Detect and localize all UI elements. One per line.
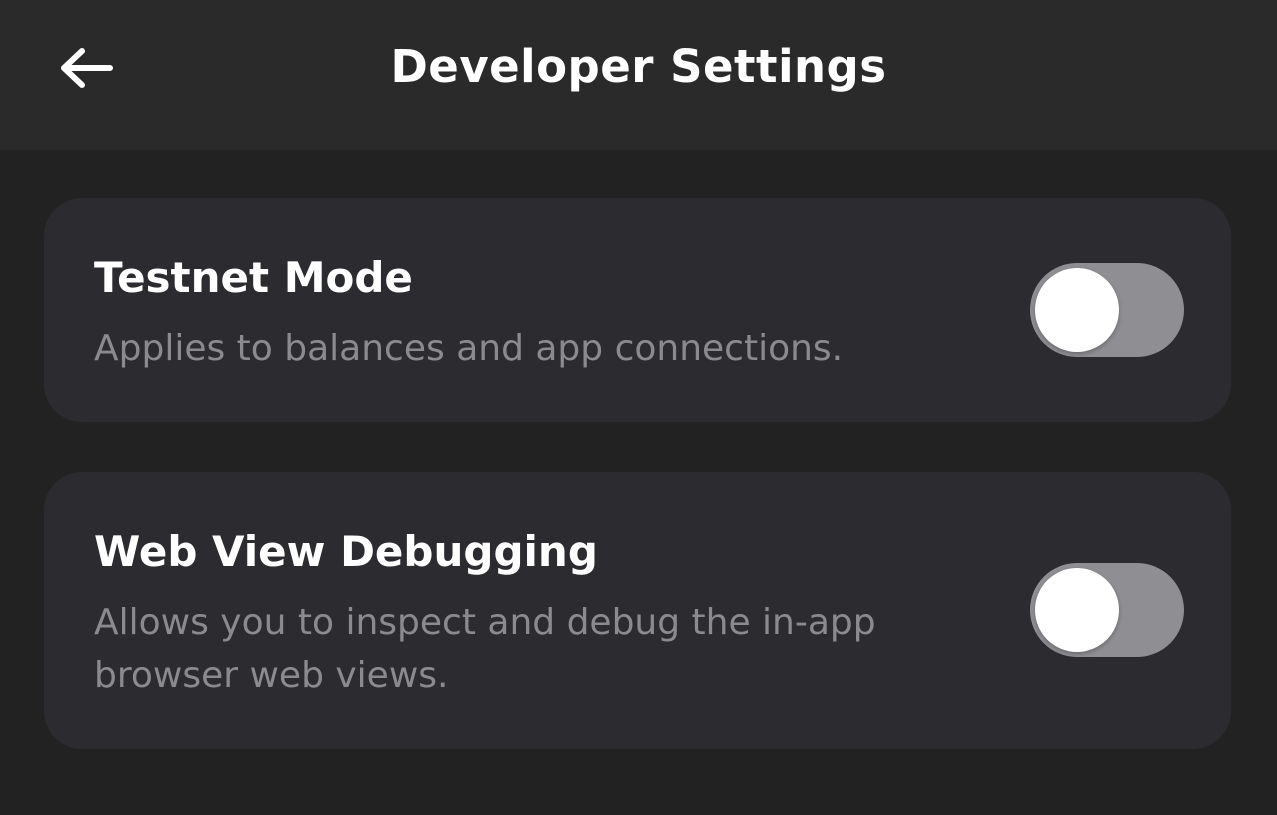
developer-settings-screen: Developer Settings Testnet Mode Applies … [0,0,1277,815]
setting-title: Testnet Mode [94,253,413,302]
setting-description: Allows you to inspect and debug the in-a… [94,602,876,696]
setting-card-web-view-debugging: Web View Debugging Allows you to inspect… [44,472,1231,749]
toggle-knob [1035,268,1119,352]
header-bar: Developer Settings [0,0,1277,150]
toggle-knob [1035,568,1119,652]
setting-card-testnet-mode: Testnet Mode Applies to balances and app… [44,198,1231,422]
setting-title: Web View Debugging [94,527,598,576]
setting-description: Applies to balances and app connections. [94,328,844,369]
page-title: Developer Settings [390,40,887,93]
web-view-debugging-toggle[interactable] [1030,563,1184,657]
testnet-mode-toggle[interactable] [1030,263,1184,357]
